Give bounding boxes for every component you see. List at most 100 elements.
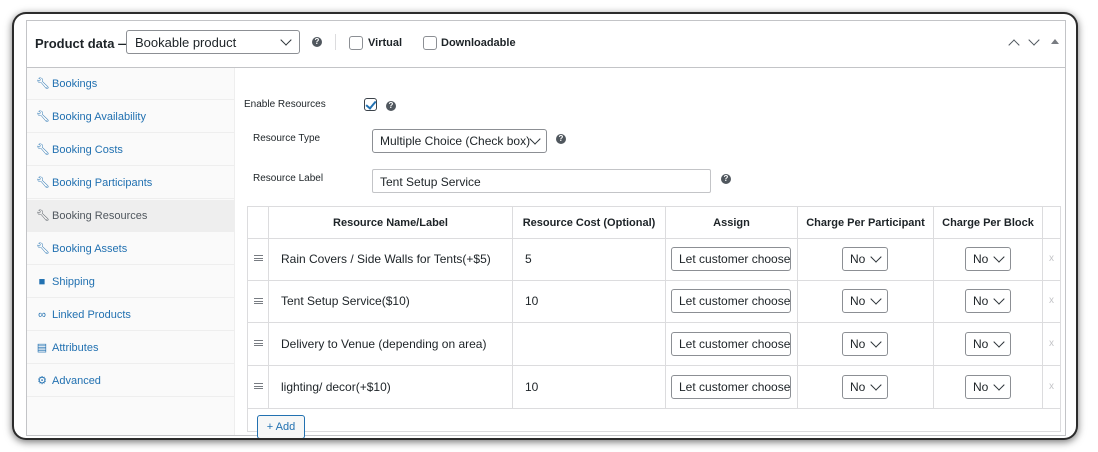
charge-per-participant-select[interactable]: No [842,247,888,271]
drag-handle-icon[interactable] [254,298,263,304]
charge-per-participant-select[interactable]: No [842,332,888,356]
wrench-icon: 🔧︎ [36,243,50,255]
sidebar-item-booking-participants[interactable]: 🔧︎ Booking Participants [27,167,234,199]
sidebar-item-label: Booking Costs [52,144,123,156]
help-icon[interactable]: ? [556,134,566,144]
assign-value: Let customer choose [679,337,791,351]
resource-cost[interactable]: 5 [525,252,532,266]
chevron-down-icon [870,336,882,348]
resource-label-value: Tent Setup Service [380,175,481,189]
sidebar-item-bookings[interactable]: 🔧︎ Bookings [27,68,234,100]
sidebar-item-attributes[interactable]: ▤ Attributes [27,332,234,364]
assign-value: Let customer choose [679,380,791,394]
assign-select[interactable]: Let customer choose [671,375,791,399]
resource-label-input[interactable]: Tent Setup Service [372,169,711,193]
product-type-select[interactable]: Bookable product [126,30,300,54]
sidebar-item-label: Booking Resources [52,210,148,222]
chevron-down-icon [993,251,1005,263]
enable-resources-label: Enable Resources [244,99,326,110]
drag-handle-icon[interactable] [254,255,263,261]
add-resource-button[interactable]: + Add [257,415,305,438]
sidebar-item-shipping[interactable]: ■ Shipping [27,266,234,298]
chevron-down-icon [993,336,1005,348]
chevron-down-icon [529,133,541,145]
chevron-down-icon [280,34,292,46]
wrench-icon: 🔧︎ [36,111,50,123]
resource-name: Delivery to Venue (depending on area) [281,337,487,351]
resource-type-select[interactable]: Multiple Choice (Check box) [372,129,547,153]
row-divider [248,322,1060,323]
enable-resources-checkbox[interactable] [364,98,377,111]
column-header: Resource Name/Label [333,217,448,229]
sidebar-item-label: Advanced [52,375,101,387]
column-header: Resource Cost (Optional) [522,217,656,229]
virtual-checkbox[interactable] [349,36,363,50]
help-icon[interactable]: ? [386,101,396,111]
virtual-label: Virtual [368,37,403,49]
resources-table: Resource Name/Label Resource Cost (Optio… [247,206,1061,438]
sidebar-item-label: Booking Availability [52,111,146,123]
product-type-value: Bookable product [135,35,237,50]
sidebar-item-linked-products[interactable]: ∞ Linked Products [27,299,234,331]
per-participant-value: No [850,380,866,394]
sidebar-item-booking-availability[interactable]: 🔧︎ Booking Availability [27,101,234,133]
sidebar-item-label: Linked Products [52,309,131,321]
downloadable-checkbox[interactable] [423,36,437,50]
sidebar-item-booking-assets[interactable]: 🔧︎ Booking Assets [27,233,234,265]
resource-label-label: Resource Label [253,173,324,184]
charge-per-participant-select[interactable]: No [842,289,888,313]
chevron-down-icon [870,293,882,305]
per-block-value: No [973,380,989,394]
drag-handle-icon[interactable] [254,383,263,389]
charge-per-block-select[interactable]: No [965,375,1011,399]
assign-select[interactable]: Let customer choose [671,247,791,271]
move-down-icon[interactable] [1028,34,1040,46]
sidebar-item-label: Booking Participants [52,177,153,189]
resource-cost[interactable]: 10 [525,294,538,308]
charge-per-block-select[interactable]: No [965,332,1011,356]
delete-row-icon[interactable]: x [1049,338,1054,349]
window-frame: Product data — Bookable product ? Virtua… [14,14,1076,438]
charge-per-block-select[interactable]: No [965,289,1011,313]
delete-row-icon[interactable]: x [1049,295,1054,306]
sidebar-item-advanced[interactable]: ⚙ Advanced [27,365,234,397]
per-participant-value: No [850,252,866,266]
wrench-icon: 🔧︎ [36,144,50,156]
wrench-icon: 🔧︎ [36,210,50,222]
column-header: Charge Per Block [942,217,1034,229]
move-up-icon[interactable] [1008,39,1020,51]
charge-per-participant-select[interactable]: No [842,375,888,399]
assign-select[interactable]: Let customer choose [671,332,791,356]
resource-type-label: Resource Type [253,133,321,144]
per-participant-value: No [850,294,866,308]
row-divider [248,365,1060,366]
charge-per-block-select[interactable]: No [965,247,1011,271]
column-header: Assign [713,217,750,229]
assign-value: Let customer choose [679,252,791,266]
product-data-tabs: 🔧︎ Bookings 🔧︎ Booking Availability 🔧︎ B… [27,68,235,435]
gear-icon: ⚙ [37,375,47,387]
truck-icon: ■ [38,276,46,288]
sidebar-item-booking-resources[interactable]: 🔧︎ Booking Resources [27,200,234,232]
column-header: Charge Per Participant [806,217,925,229]
delete-row-icon[interactable]: x [1049,253,1054,264]
per-block-value: No [973,252,989,266]
drag-handle-icon[interactable] [254,340,263,346]
resource-name: Rain Covers / Side Walls for Tents(+$5) [281,252,491,266]
resource-type-value: Multiple Choice (Check box) [380,134,531,148]
help-icon[interactable]: ? [312,37,322,47]
collapse-toggle-icon[interactable] [1051,39,1059,44]
chevron-down-icon [870,251,882,263]
chevron-down-icon [993,379,1005,391]
help-icon[interactable]: ? [721,174,731,184]
chevron-down-icon [870,379,882,391]
assign-select[interactable]: Let customer choose [671,289,791,313]
sidebar-item-booking-costs[interactable]: 🔧︎ Booking Costs [27,134,234,166]
booking-resources-panel: Enable Resources ? Resource Type Multipl… [235,68,1065,438]
list-icon: ▤ [36,342,48,354]
resource-name: lighting/ decor(+$10) [281,380,391,394]
per-participant-value: No [850,337,866,351]
resource-cost[interactable]: 10 [525,380,538,394]
delete-row-icon[interactable]: x [1049,381,1054,392]
wrench-icon: 🔧︎ [36,78,50,90]
